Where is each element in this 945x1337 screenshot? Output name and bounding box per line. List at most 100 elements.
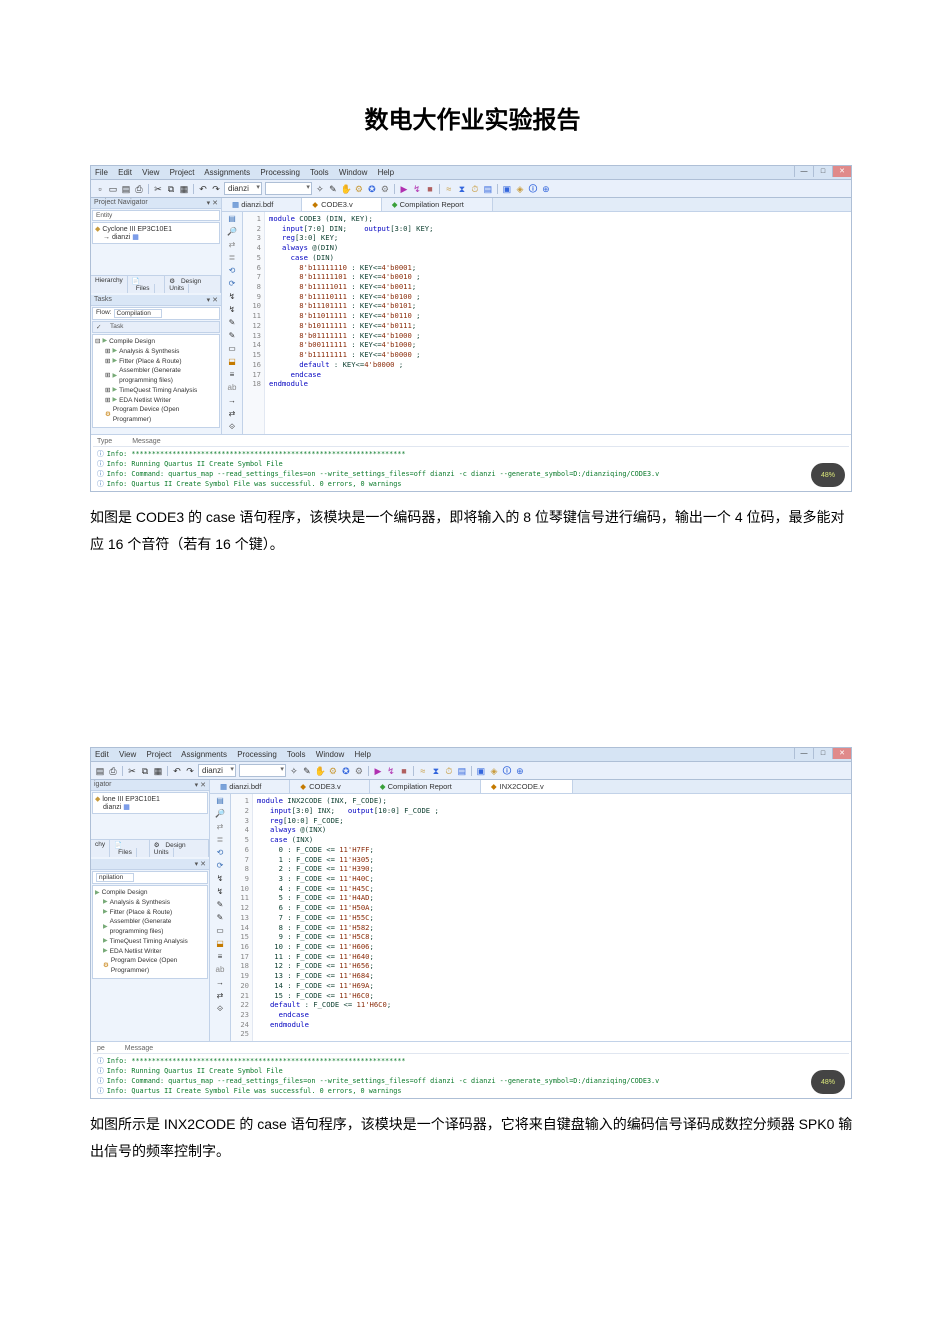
pen-icon[interactable]: ✎ bbox=[302, 766, 312, 776]
pin-icon[interactable]: ▾ ✕ bbox=[207, 199, 218, 207]
side-icon[interactable]: ✎ bbox=[226, 331, 238, 341]
gear-icon[interactable]: ⚙ bbox=[328, 766, 338, 776]
tab-hierarchy[interactable]: Hierarchy bbox=[91, 276, 128, 293]
star-icon[interactable]: ✪ bbox=[341, 766, 351, 776]
menu-view[interactable]: View bbox=[142, 168, 159, 177]
tab-code3[interactable]: ◆CODE3.v bbox=[290, 780, 369, 793]
clock-icon[interactable]: ⏱ bbox=[444, 766, 454, 776]
stop-icon[interactable]: ■ bbox=[425, 184, 435, 194]
tab-inx2code[interactable]: ◆INX2CODE.v bbox=[481, 780, 573, 793]
time-icon[interactable]: ⧗ bbox=[431, 766, 441, 776]
sched-icon[interactable]: ↯ bbox=[386, 766, 396, 776]
project-combo[interactable]: dianzi bbox=[224, 182, 262, 195]
project-combo[interactable]: dianzi bbox=[198, 764, 236, 777]
help-icon[interactable]: 🛈 bbox=[528, 184, 538, 194]
second-combo[interactable] bbox=[265, 182, 312, 195]
maximize-button[interactable]: □ bbox=[813, 166, 832, 177]
dbg-icon[interactable]: ⊕ bbox=[515, 766, 525, 776]
side-icon[interactable]: ab bbox=[214, 965, 226, 975]
side-icon[interactable]: ⬓ bbox=[226, 357, 238, 367]
menu-help[interactable]: Help bbox=[378, 168, 394, 177]
sched-icon[interactable]: ↯ bbox=[412, 184, 422, 194]
menu-processing[interactable]: Processing bbox=[260, 168, 300, 177]
report-icon[interactable]: ▤ bbox=[457, 766, 467, 776]
menu-tools[interactable]: Tools bbox=[287, 750, 306, 759]
menu-window[interactable]: Window bbox=[339, 168, 367, 177]
top-entity-node[interactable]: → dianzi ▦ bbox=[95, 233, 217, 241]
wand-icon[interactable]: ✧ bbox=[315, 184, 325, 194]
side-icon[interactable]: ✎ bbox=[226, 318, 238, 328]
tab-code3[interactable]: ◆CODE3.v bbox=[302, 198, 381, 211]
paste-icon[interactable]: ▦ bbox=[153, 766, 163, 776]
tab-bdf[interactable]: ▦ dianzi.bdf bbox=[222, 198, 302, 211]
side-icon[interactable]: ✎ bbox=[214, 913, 226, 923]
side-icon[interactable]: ↯ bbox=[214, 874, 226, 884]
side-icon[interactable]: ≡ bbox=[226, 370, 238, 380]
side-icon[interactable]: ⇄ bbox=[226, 240, 238, 250]
print-icon[interactable]: ⎙ bbox=[108, 766, 118, 776]
tab-files[interactable]: 📄 Files bbox=[110, 840, 150, 857]
time-icon[interactable]: ⧗ bbox=[457, 184, 467, 194]
tab-report[interactable]: ◆ Compilation Report bbox=[382, 198, 493, 211]
side-icon[interactable]: ▭ bbox=[226, 344, 238, 354]
task-assembler[interactable]: Assembler (Generate programming files) bbox=[110, 917, 205, 937]
side-icon[interactable]: ⟐ bbox=[214, 1004, 226, 1014]
menu-project[interactable]: Project bbox=[146, 750, 171, 759]
code-editor[interactable]: module CODE3 (DIN, KEY); input[7:0] DIN;… bbox=[265, 212, 851, 434]
dbg-icon[interactable]: ⊕ bbox=[541, 184, 551, 194]
menu-assignments[interactable]: Assignments bbox=[204, 168, 250, 177]
cut-icon[interactable]: ✂ bbox=[153, 184, 163, 194]
side-icon[interactable]: ↯ bbox=[226, 305, 238, 315]
redo-icon[interactable]: ↷ bbox=[185, 766, 195, 776]
paste-icon[interactable]: ▦ bbox=[179, 184, 189, 194]
side-icon[interactable]: ⟲ bbox=[214, 848, 226, 858]
side-icon[interactable]: ≡ bbox=[214, 952, 226, 962]
tab-design-units[interactable]: ⚙ Design Units bbox=[150, 840, 209, 857]
task-eda[interactable]: EDA Netlist Writer bbox=[119, 396, 171, 406]
side-icon[interactable]: ⇄ bbox=[226, 409, 238, 419]
side-icon[interactable]: → bbox=[214, 978, 226, 988]
stop-icon[interactable]: ■ bbox=[399, 766, 409, 776]
side-icon[interactable]: 🔎 bbox=[226, 227, 238, 237]
close-button[interactable]: ✕ bbox=[832, 166, 851, 177]
menu-window[interactable]: Window bbox=[316, 750, 344, 759]
chip-icon[interactable]: ▣ bbox=[476, 766, 486, 776]
open-icon[interactable]: ▭ bbox=[108, 184, 118, 194]
wand-icon[interactable]: ✧ bbox=[289, 766, 299, 776]
undo-icon[interactable]: ↶ bbox=[198, 184, 208, 194]
wave-icon[interactable]: ≈ bbox=[444, 184, 454, 194]
side-icon[interactable]: ↯ bbox=[214, 887, 226, 897]
task-analysis[interactable]: Analysis & Synthesis bbox=[119, 347, 179, 357]
close-button[interactable]: ✕ bbox=[832, 748, 851, 759]
help-icon[interactable]: 🛈 bbox=[502, 766, 512, 776]
side-icon[interactable]: ⬓ bbox=[214, 939, 226, 949]
side-icon[interactable]: ⟳ bbox=[214, 861, 226, 871]
side-icon[interactable]: ▤ bbox=[214, 796, 226, 806]
flow-combo[interactable]: Compilation bbox=[114, 309, 162, 318]
undo-icon[interactable]: ↶ bbox=[172, 766, 182, 776]
side-icon[interactable]: ⇄ bbox=[214, 822, 226, 832]
copy-icon[interactable]: ⧉ bbox=[140, 766, 150, 776]
play-icon[interactable]: ▶ bbox=[399, 184, 409, 194]
side-icon[interactable]: ⇄ bbox=[214, 991, 226, 1001]
task-timing[interactable]: TimeQuest Timing Analysis bbox=[110, 937, 188, 947]
clock-icon[interactable]: ⏱ bbox=[470, 184, 480, 194]
task-fitter[interactable]: Fitter (Place & Route) bbox=[119, 357, 182, 367]
device-node[interactable]: ◆ Cyclone III EP3C10E1 bbox=[95, 225, 217, 233]
menu-assignments[interactable]: Assignments bbox=[181, 750, 227, 759]
cut-icon[interactable]: ✂ bbox=[127, 766, 137, 776]
menu-file[interactable]: File bbox=[95, 168, 108, 177]
chip-icon[interactable]: ▣ bbox=[502, 184, 512, 194]
minimize-button[interactable]: — bbox=[794, 748, 813, 759]
side-icon[interactable]: 🔎 bbox=[214, 809, 226, 819]
menu-edit[interactable]: Edit bbox=[95, 750, 109, 759]
new-icon[interactable]: ▫ bbox=[95, 184, 105, 194]
second-combo[interactable] bbox=[239, 764, 286, 777]
tab-bdf[interactable]: ▦ dianzi.bdf bbox=[210, 780, 290, 793]
save-icon[interactable]: ▤ bbox=[95, 766, 105, 776]
maximize-button[interactable]: □ bbox=[813, 748, 832, 759]
side-icon[interactable]: ≣ bbox=[226, 253, 238, 263]
wave-icon[interactable]: ≈ bbox=[418, 766, 428, 776]
report-icon[interactable]: ▤ bbox=[483, 184, 493, 194]
task-fitter[interactable]: Fitter (Place & Route) bbox=[110, 908, 173, 918]
